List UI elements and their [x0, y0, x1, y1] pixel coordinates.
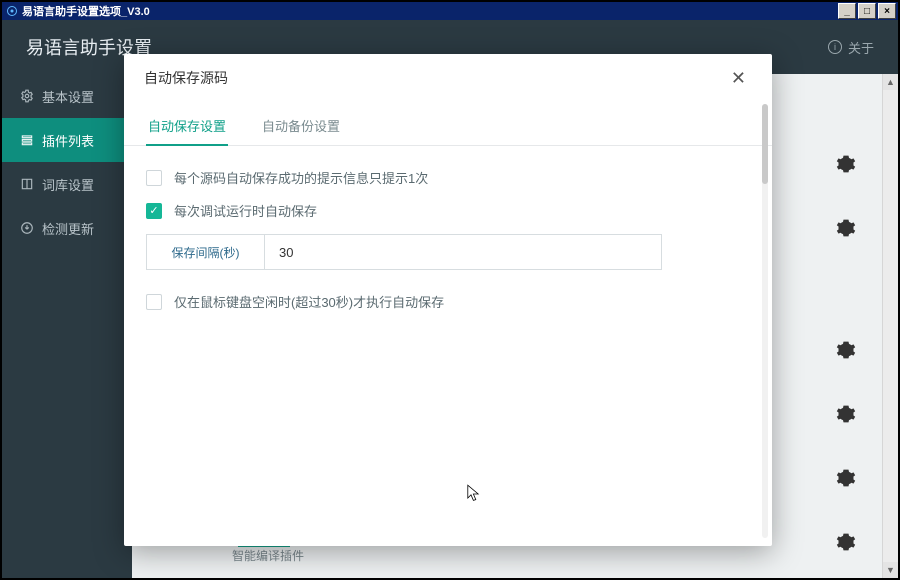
interval-label: 保存间隔(秒) — [146, 234, 264, 270]
tab-autobackup-settings[interactable]: 自动备份设置 — [260, 106, 342, 145]
tab-label: 自动备份设置 — [262, 119, 340, 134]
window-titlebar: 易语言助手设置选项_V3.0 _ □ × — [2, 2, 898, 20]
window-maximize-button[interactable]: □ — [858, 3, 876, 19]
option-label: 仅在鼠标键盘空闲时(超过30秒)才执行自动保存 — [174, 292, 444, 311]
interval-field: 保存间隔(秒) — [146, 234, 750, 270]
app-icon — [6, 5, 18, 17]
checkbox[interactable] — [146, 170, 162, 186]
checkbox[interactable] — [146, 294, 162, 310]
tab-label: 自动保存设置 — [148, 119, 226, 134]
interval-input[interactable] — [264, 234, 662, 270]
window-minimize-button[interactable]: _ — [838, 3, 856, 19]
modal-body: 每个源码自动保存成功的提示信息只提示1次 ✓ 每次调试运行时自动保存 保存间隔(… — [124, 146, 772, 546]
modal-close-button[interactable]: ✕ — [725, 64, 752, 93]
modal-scrollbar[interactable] — [762, 104, 768, 538]
option-idle-only: 仅在鼠标键盘空闲时(超过30秒)才执行自动保存 — [146, 292, 750, 311]
autosave-modal: 自动保存源码 ✕ 自动保存设置 自动备份设置 每个源码自动保存成功的提示信息只提… — [124, 54, 772, 546]
tab-autosave-settings[interactable]: 自动保存设置 — [146, 106, 228, 145]
option-label: 每个源码自动保存成功的提示信息只提示1次 — [174, 168, 428, 187]
checkbox[interactable]: ✓ — [146, 203, 162, 219]
window-title: 易语言助手设置选项_V3.0 — [22, 3, 150, 19]
option-tip-once: 每个源码自动保存成功的提示信息只提示1次 — [146, 168, 750, 187]
modal-header: 自动保存源码 ✕ — [124, 54, 772, 102]
scrollbar-thumb[interactable] — [762, 104, 768, 184]
modal-title: 自动保存源码 — [144, 68, 228, 88]
modal-tabs: 自动保存设置 自动备份设置 — [124, 102, 772, 146]
option-label: 每次调试运行时自动保存 — [174, 201, 317, 220]
window-close-button[interactable]: × — [878, 3, 896, 19]
option-save-on-debug: ✓ 每次调试运行时自动保存 — [146, 201, 750, 220]
